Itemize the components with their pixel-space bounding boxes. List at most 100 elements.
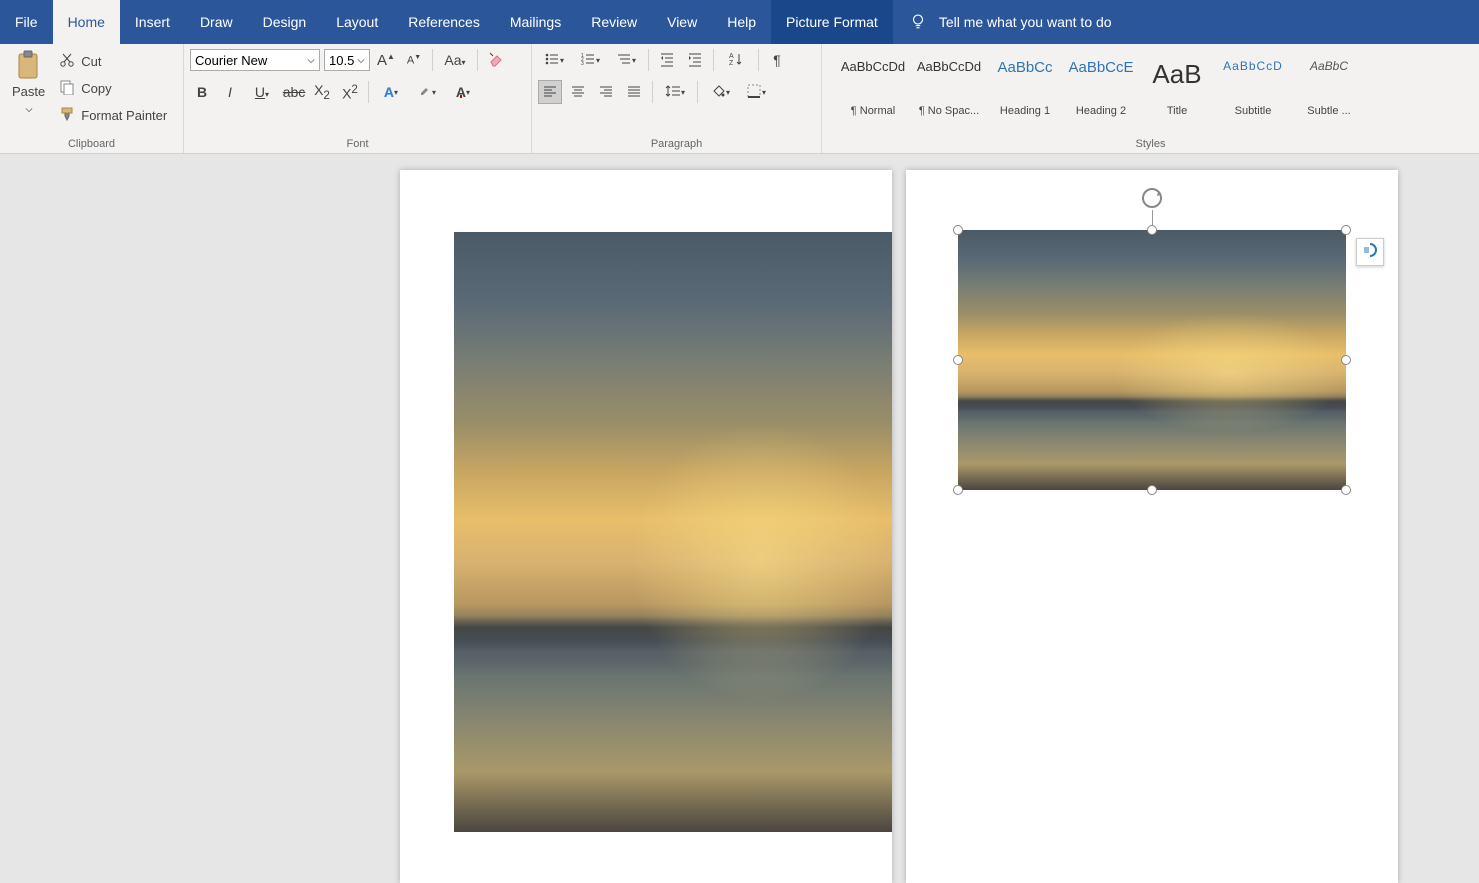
svg-text:Z: Z	[729, 60, 734, 67]
resize-handle-tl[interactable]	[953, 225, 963, 235]
show-marks-button[interactable]: ¶	[765, 48, 789, 72]
format-painter-button[interactable]: Format Painter	[55, 104, 171, 127]
tab-picture-format[interactable]: Picture Format	[771, 0, 893, 44]
sort-icon: AZ	[728, 51, 744, 70]
resize-handle-bl[interactable]	[953, 485, 963, 495]
subscript-button[interactable]: X2	[310, 80, 334, 104]
superscript-icon: X2	[342, 83, 358, 102]
increase-indent-button[interactable]	[683, 48, 707, 72]
highlight-button[interactable]: ▾	[411, 80, 443, 104]
copy-label: Copy	[81, 81, 111, 96]
tab-help[interactable]: Help	[712, 0, 771, 44]
font-name-combo[interactable]: Courier New	[190, 49, 320, 71]
text-effects-button[interactable]: A▾	[375, 80, 407, 104]
style-item-0[interactable]: AaBbCcDd ¶ Normal	[836, 52, 910, 122]
rotate-connector	[1152, 210, 1153, 226]
style-item-1[interactable]: AaBbCcDd ¶ No Spac...	[912, 52, 986, 122]
svg-text:A: A	[729, 53, 734, 60]
inserted-picture-1[interactable]	[454, 232, 892, 832]
underline-button[interactable]: U▾	[246, 80, 278, 104]
sort-button[interactable]: AZ	[720, 48, 752, 72]
style-name-label: Title	[1143, 105, 1211, 117]
align-center-button[interactable]	[566, 80, 590, 104]
page-1[interactable]	[400, 170, 892, 883]
style-name-label: Heading 1	[991, 105, 1059, 117]
selected-picture[interactable]	[958, 230, 1346, 490]
bold-icon: B	[197, 84, 207, 100]
tab-layout[interactable]: Layout	[321, 0, 393, 44]
cut-button[interactable]: Cut	[55, 50, 171, 73]
style-item-2[interactable]: AaBbCcHeading 1	[988, 52, 1062, 122]
increase-font-button[interactable]: A▲	[374, 48, 398, 72]
multilevel-list-button[interactable]: ▾	[610, 48, 642, 72]
align-right-button[interactable]	[594, 80, 618, 104]
style-item-4[interactable]: AaB Title	[1140, 52, 1214, 122]
style-preview: AaBbCcDd	[917, 59, 981, 74]
borders-icon	[746, 83, 762, 102]
align-center-icon	[570, 83, 586, 102]
decrease-font-button[interactable]: A▼	[402, 48, 426, 72]
layout-options-button[interactable]	[1356, 238, 1384, 266]
tell-me-search[interactable]: Tell me what you want to do	[893, 0, 1128, 44]
tab-mailings[interactable]: Mailings	[495, 0, 576, 44]
paste-button[interactable]: Paste	[6, 48, 51, 121]
decrease-indent-button[interactable]	[655, 48, 679, 72]
tab-references[interactable]: References	[393, 0, 495, 44]
resize-handle-b[interactable]	[1147, 485, 1157, 495]
numbering-button[interactable]: 123▾	[574, 48, 606, 72]
line-spacing-button[interactable]: ▾	[659, 80, 691, 104]
resize-handle-t[interactable]	[1147, 225, 1157, 235]
style-name-label: ¶ No Spac...	[915, 105, 983, 117]
lightbulb-icon	[909, 12, 927, 33]
tab-draw[interactable]: Draw	[185, 0, 248, 44]
change-case-button[interactable]: Aa▾	[439, 48, 471, 72]
increase-font-icon: A▲	[377, 52, 395, 69]
styles-gallery[interactable]: AaBbCcDd¶ NormalAaBbCcDd¶ No Spac...AaBb…	[828, 48, 1473, 126]
copy-icon	[59, 79, 75, 98]
group-label-styles: Styles	[828, 138, 1473, 153]
group-font: Courier New 10.5 A▲ A▼ Aa▾ B I U▾ abc	[184, 44, 532, 153]
bold-button[interactable]: B	[190, 80, 214, 104]
style-preview: AaB	[1152, 59, 1201, 90]
font-color-button[interactable]: A▾	[447, 80, 479, 104]
font-size-value: 10.5	[329, 53, 354, 68]
style-preview: AaBbC	[1310, 59, 1348, 73]
tab-file[interactable]: File	[0, 0, 53, 44]
font-size-combo[interactable]: 10.5	[324, 49, 370, 71]
paste-label: Paste	[12, 84, 45, 99]
italic-button[interactable]: I	[218, 80, 242, 104]
document-canvas[interactable]	[0, 154, 1479, 883]
tab-view[interactable]: View	[652, 0, 712, 44]
highlight-icon	[418, 84, 432, 101]
resize-handle-tr[interactable]	[1341, 225, 1351, 235]
bullets-button[interactable]: ▾	[538, 48, 570, 72]
resize-handle-r[interactable]	[1341, 355, 1351, 365]
copy-button[interactable]: Copy	[55, 77, 171, 100]
justify-button[interactable]	[622, 80, 646, 104]
style-item-6[interactable]: AaBbCSubtle ...	[1292, 52, 1366, 122]
superscript-button[interactable]: X2	[338, 80, 362, 104]
tab-review[interactable]: Review	[576, 0, 652, 44]
borders-button[interactable]: ▾	[740, 80, 772, 104]
style-name-label: Subtitle	[1219, 105, 1287, 117]
style-name-label: ¶ Normal	[839, 105, 907, 117]
align-right-icon	[598, 83, 614, 102]
strikethrough-button[interactable]: abc	[282, 80, 306, 104]
shading-button[interactable]: ▾	[704, 80, 736, 104]
style-item-5[interactable]: AaBbCcDSubtitle	[1216, 52, 1290, 122]
rotate-handle[interactable]	[1140, 186, 1164, 210]
layout-options-icon	[1361, 241, 1379, 264]
style-preview: AaBbCcDd	[841, 59, 905, 74]
resize-handle-br[interactable]	[1341, 485, 1351, 495]
font-name-value: Courier New	[195, 53, 267, 68]
multilevel-icon	[616, 51, 632, 70]
page-2[interactable]	[906, 170, 1398, 883]
style-item-3[interactable]: AaBbCcEHeading 2	[1064, 52, 1138, 122]
clear-formatting-button[interactable]	[484, 48, 508, 72]
resize-handle-l[interactable]	[953, 355, 963, 365]
tab-insert[interactable]: Insert	[120, 0, 185, 44]
numbering-icon: 123	[580, 51, 596, 70]
tab-design[interactable]: Design	[248, 0, 322, 44]
align-left-button[interactable]	[538, 80, 562, 104]
tab-home[interactable]: Home	[53, 0, 120, 44]
